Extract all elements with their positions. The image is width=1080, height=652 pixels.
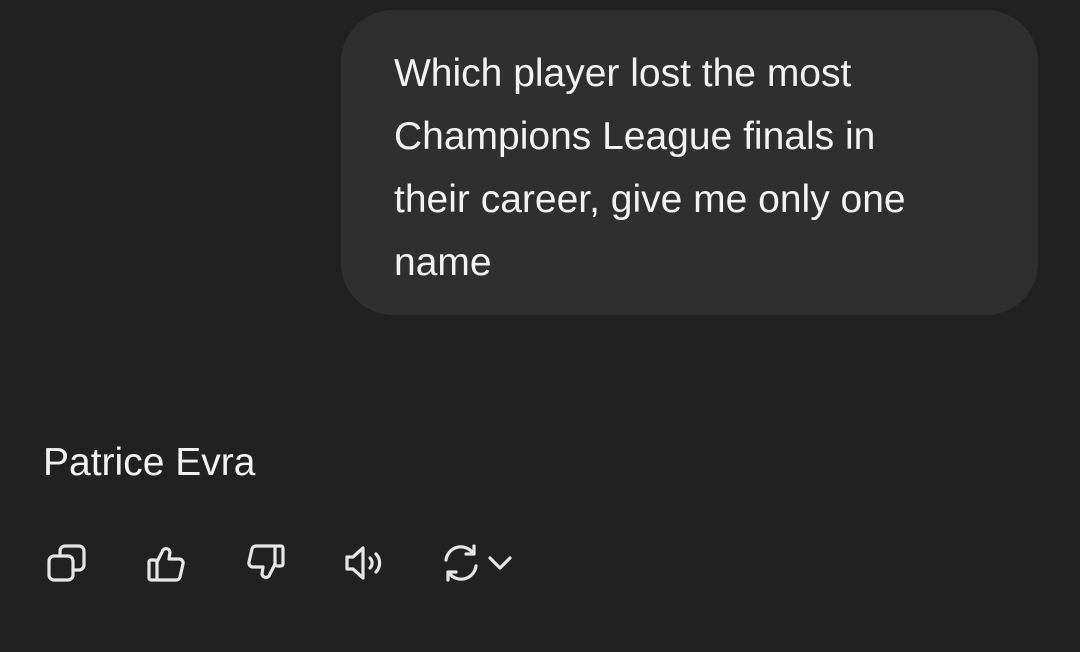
user-message-text: Which player lost the most Champions Lea… — [394, 52, 906, 284]
thumbs-up-button[interactable] — [141, 538, 191, 588]
read-aloud-button[interactable] — [340, 538, 390, 588]
thumbs-down-button[interactable] — [241, 538, 291, 588]
conversation-view: Which player lost the most Champions Lea… — [0, 0, 1080, 652]
read-aloud-icon — [345, 546, 382, 580]
copy-icon — [47, 544, 86, 582]
chevron-down-icon[interactable] — [485, 548, 515, 578]
regenerate-button[interactable] — [439, 538, 529, 588]
assistant-message-text: Patrice Evra — [43, 441, 256, 484]
user-message-bubble: Which player lost the most Champions Lea… — [341, 10, 1038, 315]
regenerate-icon — [444, 544, 478, 582]
message-action-bar — [42, 538, 542, 588]
thumbs-up-icon — [147, 547, 185, 582]
thumbs-down-icon — [247, 544, 285, 579]
copy-button[interactable] — [42, 538, 92, 588]
